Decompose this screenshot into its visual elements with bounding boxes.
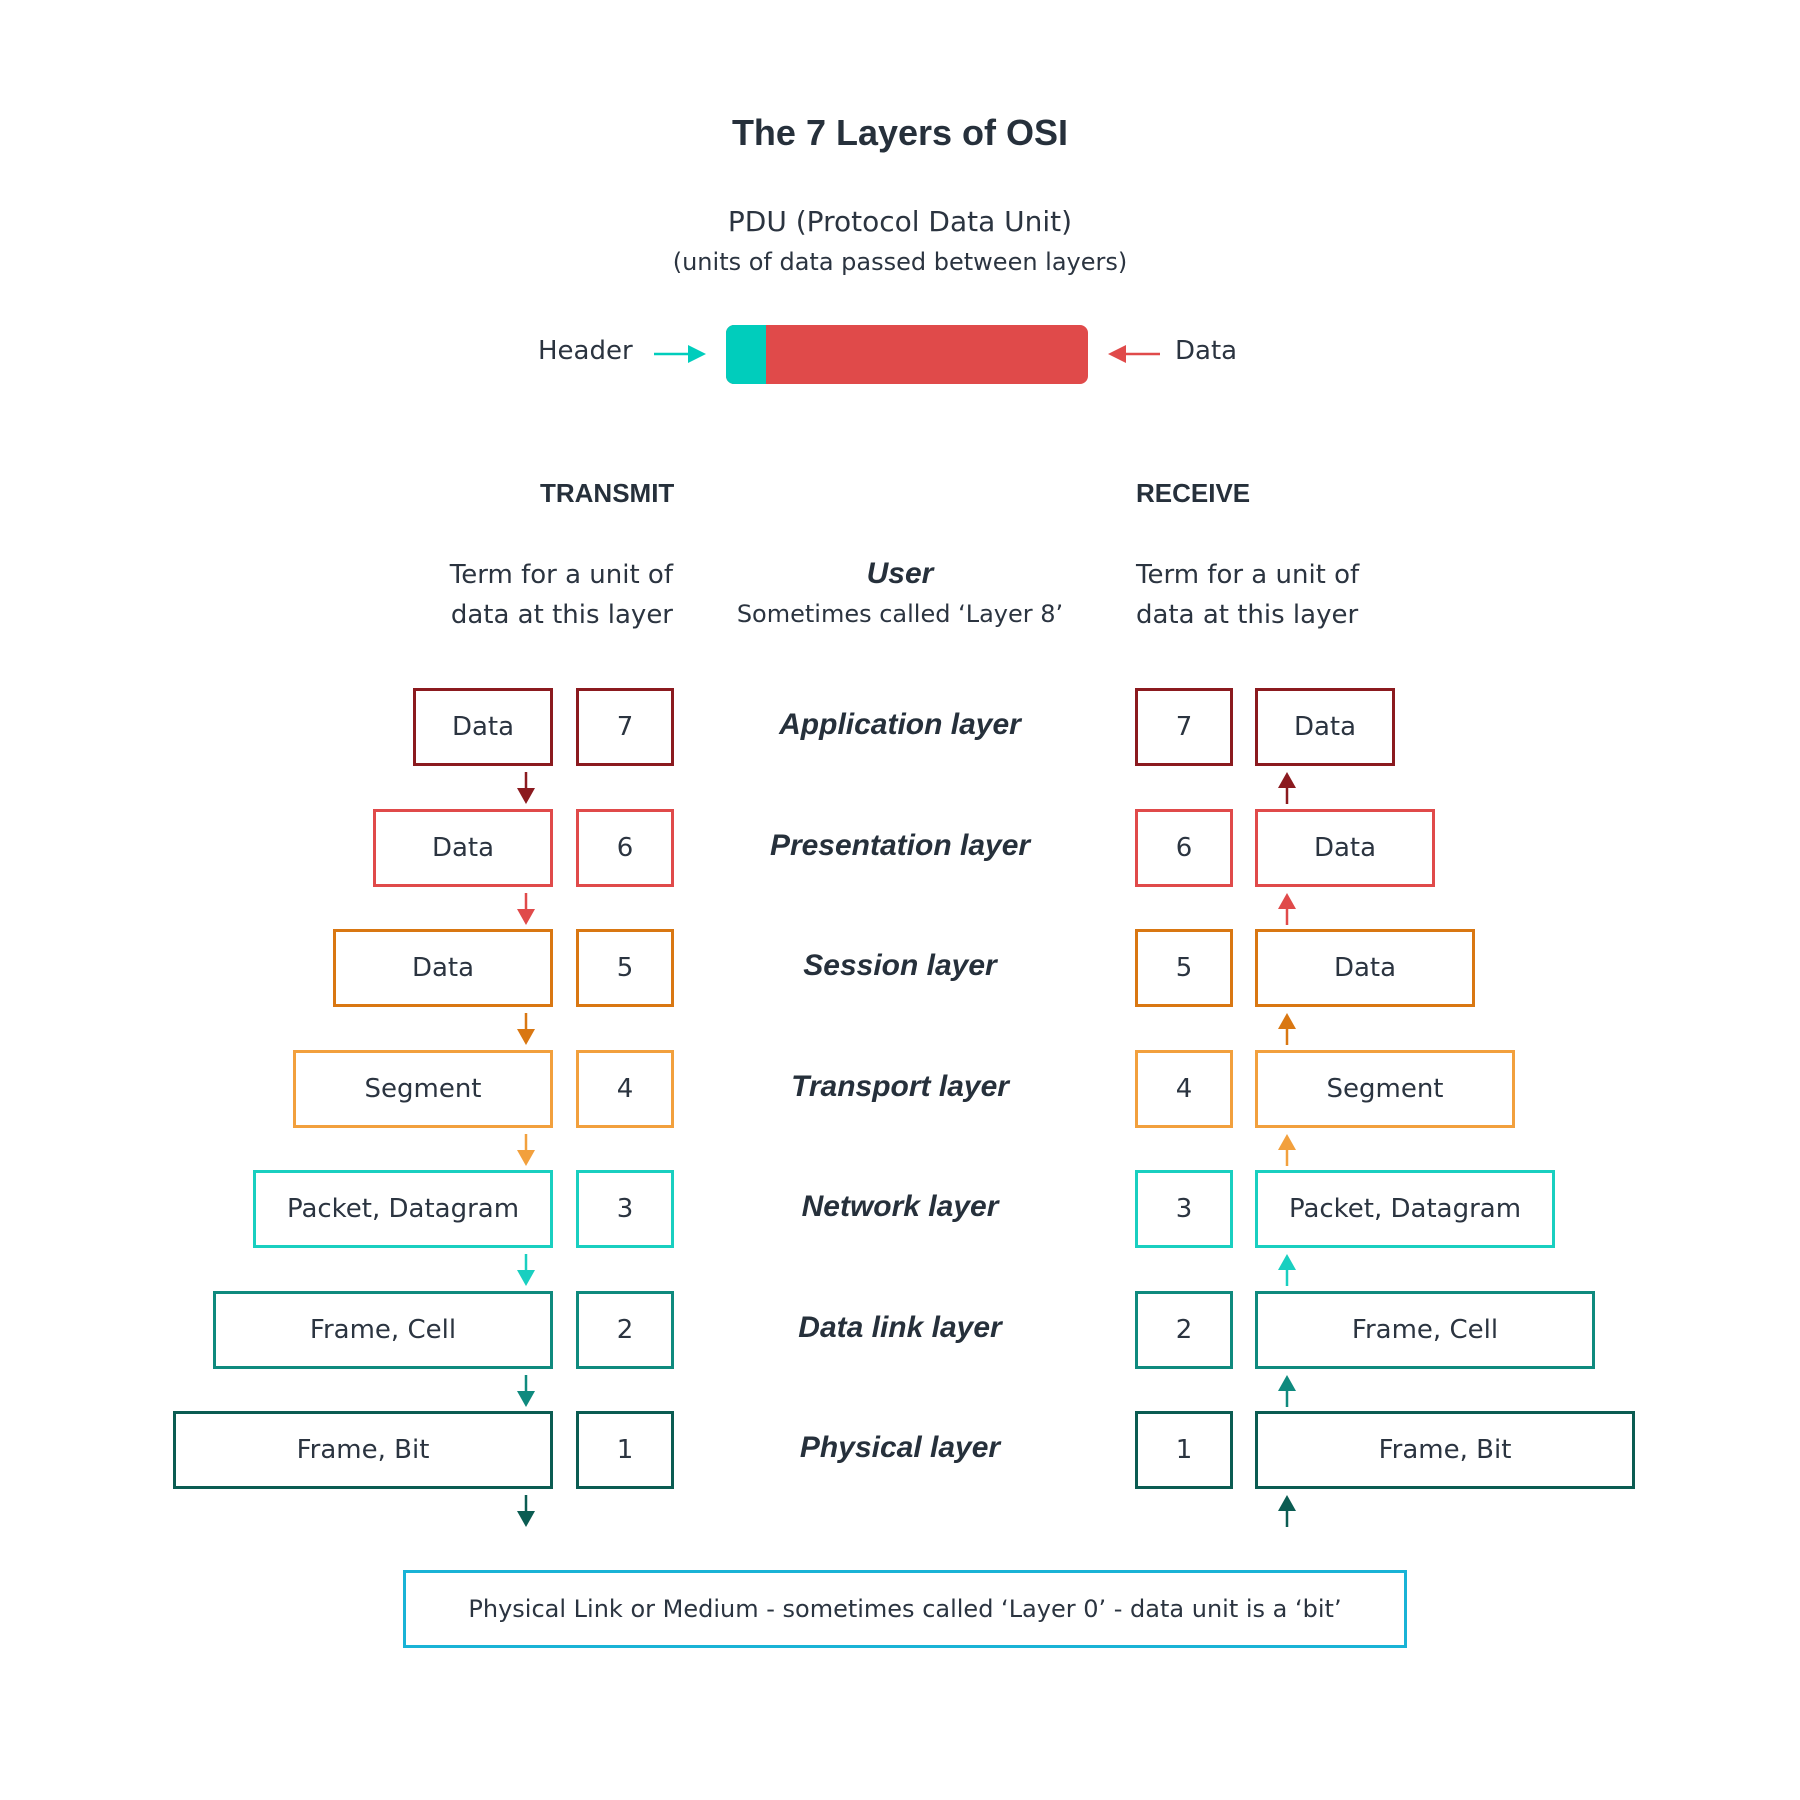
receive-arrow-up-6: [1278, 893, 1296, 925]
transmit-arrow-down-6: [517, 893, 535, 925]
transmit-arrow-down-5: [517, 1013, 535, 1045]
receive-arrow-up-2: [1278, 1375, 1296, 1407]
arrows-overlay: [517, 345, 1296, 1527]
transmit-arrow-down-2: [517, 1375, 535, 1407]
header-pointer-arrow: [654, 345, 706, 363]
receive-arrow-up-4: [1278, 1134, 1296, 1166]
receive-arrow-up-1: [1278, 1495, 1296, 1527]
data-pointer-arrow: [1108, 345, 1160, 363]
transmit-arrow-down-3: [517, 1254, 535, 1286]
physical-medium-box: Physical Link or Medium - sometimes call…: [403, 1570, 1407, 1648]
receive-arrow-up-3: [1278, 1254, 1296, 1286]
transmit-arrow-down-7: [517, 772, 535, 804]
receive-arrow-up-7: [1278, 772, 1296, 804]
receive-arrow-up-5: [1278, 1013, 1296, 1045]
transmit-arrow-down-4: [517, 1134, 535, 1166]
transmit-arrow-down-1: [517, 1495, 535, 1527]
